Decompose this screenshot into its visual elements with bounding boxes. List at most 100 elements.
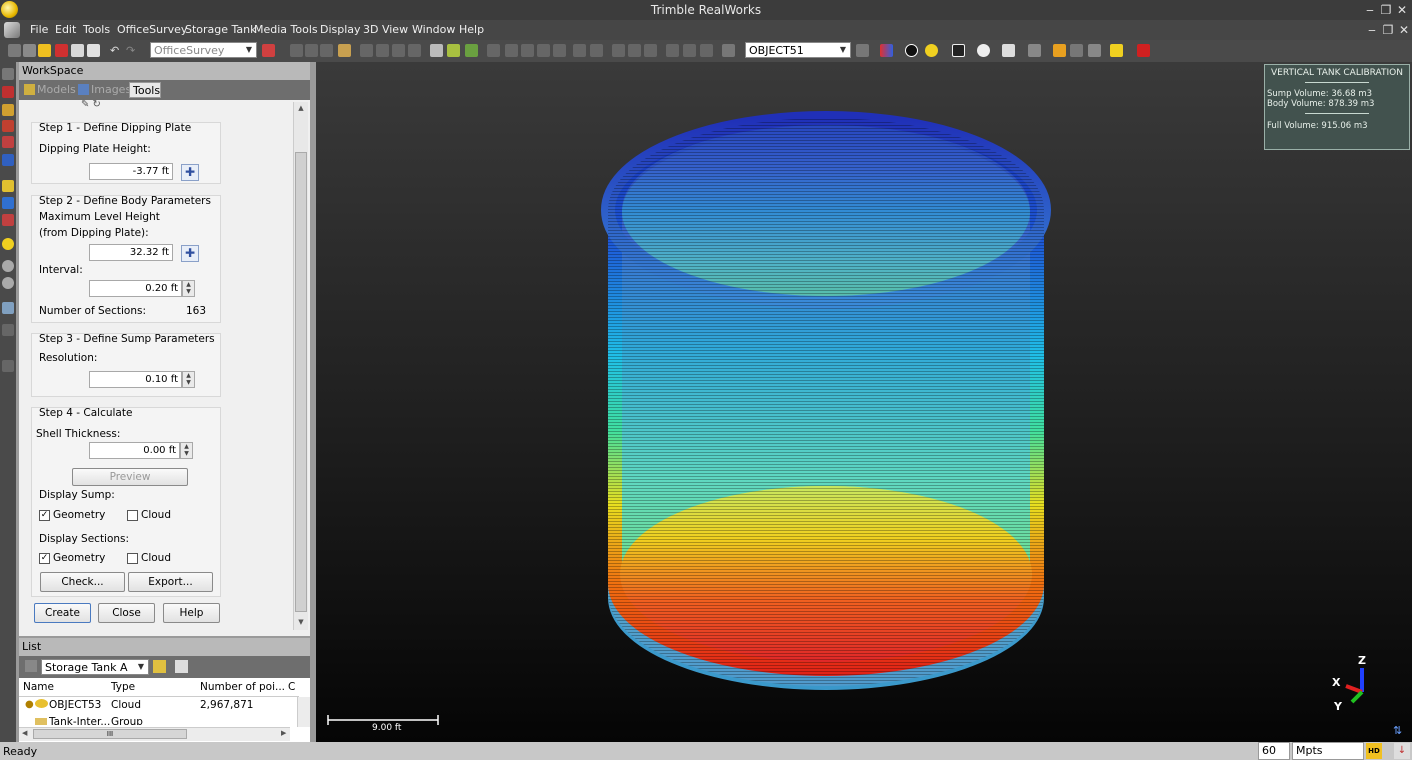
scroll-up-icon[interactable]: ▲ [295, 104, 307, 112]
tool-icon[interactable] [573, 44, 586, 57]
scroll-left-icon[interactable]: ◀ [22, 729, 27, 737]
tool-icon[interactable] [628, 44, 641, 57]
tool-icon[interactable] [644, 44, 657, 57]
resolution-spinner[interactable]: ▲ ▼ [182, 371, 195, 388]
undo-icon[interactable]: ↶ [110, 44, 123, 57]
shell-thickness-input[interactable]: 0.00 ft [89, 442, 180, 459]
document-icon[interactable] [23, 44, 36, 57]
tool-icon[interactable] [666, 44, 679, 57]
tool-icon[interactable] [2, 154, 14, 166]
resolution-input[interactable]: 0.10 ft [89, 371, 182, 388]
column-name[interactable]: Name [23, 681, 54, 693]
flag-icon[interactable] [447, 44, 460, 57]
points-icon[interactable] [952, 44, 965, 57]
tool-icon[interactable] [2, 324, 14, 336]
tool-icon[interactable] [392, 44, 405, 57]
measure-ruler-icon[interactable] [338, 44, 351, 57]
close-button[interactable]: Close [98, 603, 155, 623]
object-combo[interactable]: OBJECT51 ▼ [745, 42, 851, 58]
open-folder-icon[interactable] [38, 44, 51, 57]
list-horizontal-scrollbar[interactable]: ◀ III ▶ [19, 727, 290, 741]
tool-icon[interactable] [1070, 44, 1083, 57]
tool-icon[interactable] [521, 44, 534, 57]
menu-window[interactable]: Window [412, 23, 455, 36]
column-type[interactable]: Type [111, 681, 135, 693]
sphere-icon[interactable] [925, 44, 938, 57]
export-button[interactable]: Export... [128, 572, 213, 592]
check-button[interactable]: Check... [40, 572, 125, 592]
tool-icon[interactable] [856, 44, 869, 57]
clipboard-icon[interactable] [1002, 44, 1015, 57]
tool-icon[interactable] [553, 44, 566, 57]
maximize-button[interactable]: ❐ [1378, 2, 1394, 18]
scrollbar-thumb[interactable] [295, 152, 307, 612]
settings-icon[interactable]: ↓ [1394, 743, 1410, 759]
tool-icon[interactable] [487, 44, 500, 57]
hd-mode-button[interactable]: HD [1366, 743, 1382, 759]
network-icon[interactable] [262, 44, 275, 57]
sump-cloud-checkbox[interactable] [127, 510, 138, 521]
mdi-minimize-button[interactable]: ‒ [1364, 22, 1380, 38]
mdi-restore-button[interactable]: ❐ [1380, 22, 1396, 38]
menu-edit[interactable]: Edit [55, 23, 76, 36]
tool-icon[interactable] [360, 44, 373, 57]
warning-icon[interactable] [1053, 44, 1066, 57]
menu-media-tools[interactable]: Media Tools [254, 23, 318, 36]
highlight-color-icon[interactable] [1110, 44, 1123, 57]
tool-icon[interactable] [700, 44, 713, 57]
tool-icon[interactable] [2, 86, 14, 98]
tool-icon[interactable] [590, 44, 603, 57]
pick-point-button[interactable]: ✚ [181, 164, 199, 181]
point-budget-input[interactable]: 60 [1258, 742, 1290, 760]
scrollbar-thumb[interactable]: III [33, 729, 187, 739]
view-list-icon[interactable] [175, 660, 188, 673]
workspace-scrollbar[interactable]: ▲ ▼ [293, 102, 308, 630]
folder-icon[interactable] [153, 660, 166, 673]
tool-icon[interactable] [612, 44, 625, 57]
menu-help[interactable]: Help [459, 23, 484, 36]
tool-icon[interactable] [683, 44, 696, 57]
zoom-out-icon[interactable] [2, 277, 14, 289]
tool-icon[interactable] [537, 44, 550, 57]
menu-display[interactable]: Display [320, 23, 361, 36]
tool-icon[interactable] [408, 44, 421, 57]
scroll-down-icon[interactable]: ▼ [295, 618, 307, 626]
app-menu-icon[interactable] [4, 22, 20, 38]
mdi-close-button[interactable]: ✕ [1396, 22, 1412, 38]
tab-tools[interactable]: Tools [129, 82, 161, 98]
menu-officesurvey[interactable]: OfficeSurvey [117, 23, 187, 36]
pick-point-button[interactable]: ✚ [181, 245, 199, 262]
interval-input[interactable]: 0.20 ft [89, 280, 182, 297]
column-c[interactable]: C [288, 681, 295, 693]
tool-icon[interactable] [2, 238, 14, 250]
tool-icon[interactable] [376, 44, 389, 57]
table-row[interactable]: ● OBJECT53 Cloud 2,967,871 [19, 697, 299, 713]
print-icon[interactable] [87, 44, 100, 57]
tool-icon[interactable] [430, 44, 443, 57]
tool-icon[interactable] [2, 197, 14, 209]
import-icon[interactable] [55, 44, 68, 57]
tool-icon[interactable] [505, 44, 518, 57]
interval-spinner[interactable]: ▲ ▼ [182, 280, 195, 297]
tool-icon[interactable] [722, 44, 735, 57]
sections-cloud-checkbox[interactable] [127, 553, 138, 564]
list-vertical-scrollbar[interactable] [297, 697, 310, 727]
list-object-combo[interactable]: Storage Tank A ▼ [41, 659, 149, 675]
menu-storage-tank[interactable]: Storage Tank [185, 23, 257, 36]
close-window-button[interactable]: ✕ [1394, 2, 1410, 18]
preview-button[interactable]: Preview [72, 468, 188, 486]
tool-icon[interactable] [2, 302, 14, 314]
tool-icon[interactable] [305, 44, 318, 57]
zoom-in-icon[interactable] [2, 260, 14, 272]
help-button[interactable]: Help [163, 603, 220, 623]
tool-icon[interactable] [2, 214, 14, 226]
scroll-right-icon[interactable]: ▶ [281, 729, 286, 737]
3d-viewport[interactable]: 9.00 ft Z X Y ⇅ VERTICAL TANK CALIBRATIO… [316, 62, 1412, 742]
tool-icon[interactable] [2, 104, 14, 116]
tool-icon[interactable] [320, 44, 333, 57]
dipping-plate-height-input[interactable]: -3.77 ft [89, 163, 173, 180]
menu-3d-view[interactable]: 3D View [363, 23, 408, 36]
save-icon[interactable] [71, 44, 84, 57]
list-filter-icon[interactable] [25, 660, 37, 672]
menu-file[interactable]: File [30, 23, 48, 36]
